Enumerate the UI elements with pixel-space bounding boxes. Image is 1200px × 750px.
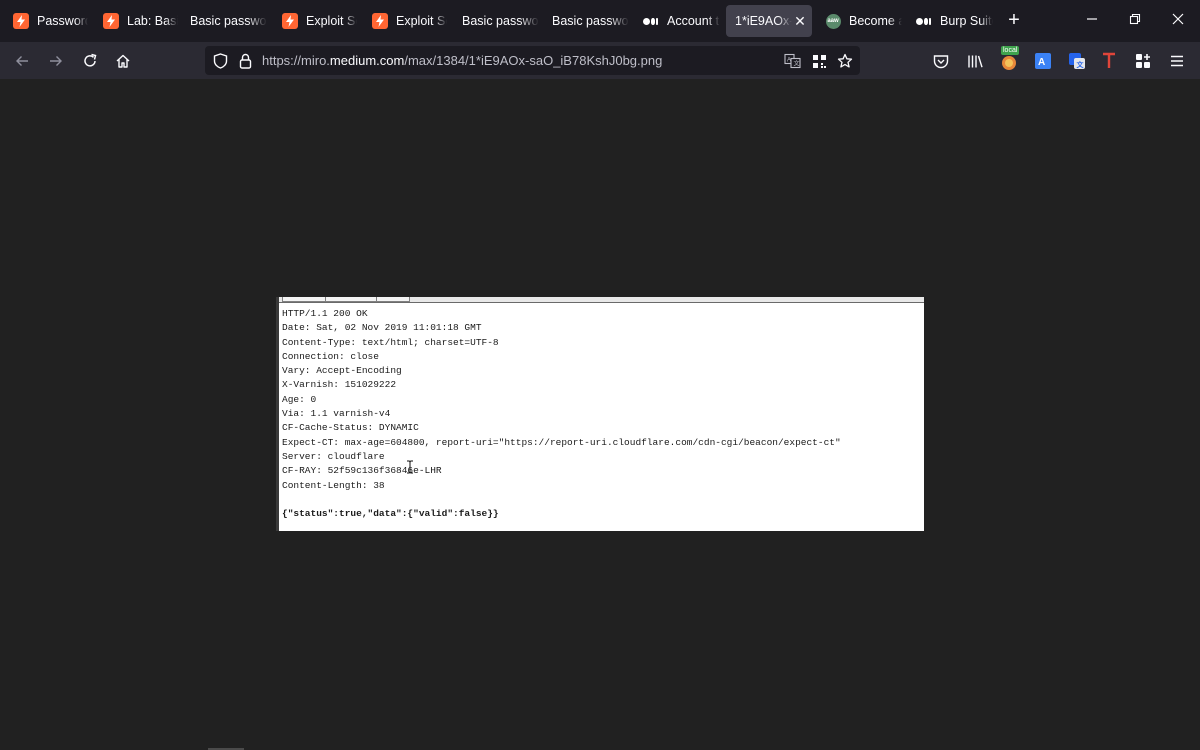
url-host: medium.com <box>329 53 405 68</box>
svg-text:A: A <box>1038 57 1045 68</box>
screenshot-tab <box>376 297 410 302</box>
tab-basic-password-1[interactable]: Basic passwor <box>181 5 267 37</box>
header-cf-ray: CF-RAY: 52f59c136f36846e-LHR <box>282 465 442 477</box>
navigation-toolbar: https://miro.medium.com/max/1384/1*iE9AO… <box>0 42 1200 79</box>
extensions-puzzle-icon[interactable] <box>1133 51 1153 71</box>
tab-burp-suite[interactable]: Burp Suite <box>907 5 993 37</box>
library-icon[interactable] <box>965 51 985 71</box>
tab-label: Lab: Basic <box>127 14 178 28</box>
tab-current-image[interactable]: 1*iE9AOx-s ✕ <box>726 5 812 37</box>
hamburger-menu-icon[interactable] <box>1167 51 1187 71</box>
url-path: /max/1384/1*iE9AOx-saO_iB78KshJ0bg.png <box>404 53 663 68</box>
forward-arrow-icon[interactable] <box>43 48 69 74</box>
close-window-icon[interactable] <box>1166 9 1190 33</box>
portswigger-bolt-icon <box>13 13 29 29</box>
header-age: Age: 0 <box>282 393 317 405</box>
tab-basic-password-2[interactable]: Basic passwor <box>453 5 539 37</box>
header-date: Date: Sat, 02 Nov 2019 11:01:18 GMT <box>282 322 482 334</box>
header-via: Via: 1.1 varnish-v4 <box>282 408 391 420</box>
tracking-protection-shield-icon[interactable] <box>211 52 229 70</box>
tab-exploit-server-1[interactable]: Exploit Se <box>273 5 357 37</box>
lock-icon[interactable] <box>236 52 254 70</box>
home-icon[interactable] <box>110 48 136 74</box>
close-tab-icon[interactable]: ✕ <box>792 13 808 30</box>
tab-exploit-server-2[interactable]: Exploit Se <box>363 5 447 37</box>
header-content-type: Content-Type: text/html; charset=UTF-8 <box>282 336 499 348</box>
screenshot-tab-strip <box>279 297 924 303</box>
header-expect-ct: Expect-CT: max-age=604800, report-uri="h… <box>282 436 841 448</box>
tab-label: Burp Suite <box>940 14 993 28</box>
tab-label: Account t <box>667 14 720 28</box>
http-response-screenshot[interactable]: HTTP/1.1 200 OK Date: Sat, 02 Nov 2019 1… <box>276 297 924 531</box>
translate-page-icon[interactable]: A文 <box>783 52 801 70</box>
tab-strip: Password Lab: Basic Basic passwor Exploi… <box>0 0 1200 42</box>
localcdn-extension-icon[interactable]: local <box>999 46 1020 71</box>
status-line: HTTP/1.1 200 OK <box>282 308 368 319</box>
tab-account-takeover[interactable]: Account t <box>634 5 720 37</box>
portswigger-bolt-icon <box>282 13 298 29</box>
translate-extension-icon[interactable]: A <box>1033 51 1053 71</box>
tab-label: 1*iE9AOx-s <box>735 14 792 28</box>
image-viewer-area: HTTP/1.1 200 OK Date: Sat, 02 Nov 2019 1… <box>0 79 1200 750</box>
tab-label: Basic passwor <box>552 14 629 28</box>
pocket-icon[interactable] <box>931 51 951 71</box>
tab-basic-password-3[interactable]: Basic passwor <box>543 5 629 37</box>
tab-label: Become a <box>849 14 902 28</box>
minimize-icon[interactable] <box>1080 9 1104 33</box>
qr-code-icon[interactable] <box>810 52 828 70</box>
url-text[interactable]: https://miro.medium.com/max/1384/1*iE9AO… <box>262 53 662 68</box>
tab-become-a[interactable]: aaw Become a <box>816 5 902 37</box>
portswigger-bolt-icon <box>372 13 388 29</box>
tab-label: Password <box>37 14 88 28</box>
tab-label: Exploit Se <box>396 14 447 28</box>
back-arrow-icon[interactable] <box>9 48 35 74</box>
medium-icon <box>916 13 932 29</box>
bookmark-star-icon[interactable] <box>836 52 854 70</box>
green-badge-icon: aaw <box>825 13 841 29</box>
reload-icon[interactable] <box>77 48 103 74</box>
t-extension-icon[interactable] <box>1099 51 1119 71</box>
header-vary: Vary: Accept-Encoding <box>282 365 402 377</box>
screenshot-tab <box>325 297 377 302</box>
http-response-text: HTTP/1.1 200 OK Date: Sat, 02 Nov 2019 1… <box>282 307 841 521</box>
local-badge: local <box>1001 46 1020 55</box>
restore-icon[interactable] <box>1123 9 1147 33</box>
address-bar[interactable]: https://miro.medium.com/max/1384/1*iE9AO… <box>205 46 860 75</box>
header-cf-cache-status: CF-Cache-Status: DYNAMIC <box>282 422 419 434</box>
svg-text:A: A <box>787 58 791 64</box>
svg-text:文: 文 <box>793 60 799 68</box>
header-server: Server: cloudflare <box>282 450 385 462</box>
portswigger-bolt-icon <box>103 13 119 29</box>
medium-icon <box>643 13 659 29</box>
tab-password[interactable]: Password <box>4 5 88 37</box>
header-x-varnish: X-Varnish: 151029222 <box>282 379 397 391</box>
tab-label: Basic passwor <box>462 14 539 28</box>
screenshot-tab <box>282 297 326 302</box>
tab-lab-basic[interactable]: Lab: Basic <box>94 5 178 37</box>
header-connection: Connection: close <box>282 350 379 362</box>
tab-label: Exploit Se <box>306 14 357 28</box>
svg-text:文: 文 <box>1077 60 1085 69</box>
url-prefix: https://miro. <box>262 53 330 68</box>
header-content-length: Content-Length: 38 <box>282 479 385 491</box>
tab-label: Basic passwor <box>190 14 267 28</box>
text-cursor-icon <box>406 460 414 474</box>
new-tab-plus-icon[interactable]: + <box>1003 9 1025 31</box>
response-body-json: {"status":true,"data":{"valid":false}} <box>282 507 499 519</box>
translator-extension-icon[interactable]: 文 <box>1067 51 1087 71</box>
